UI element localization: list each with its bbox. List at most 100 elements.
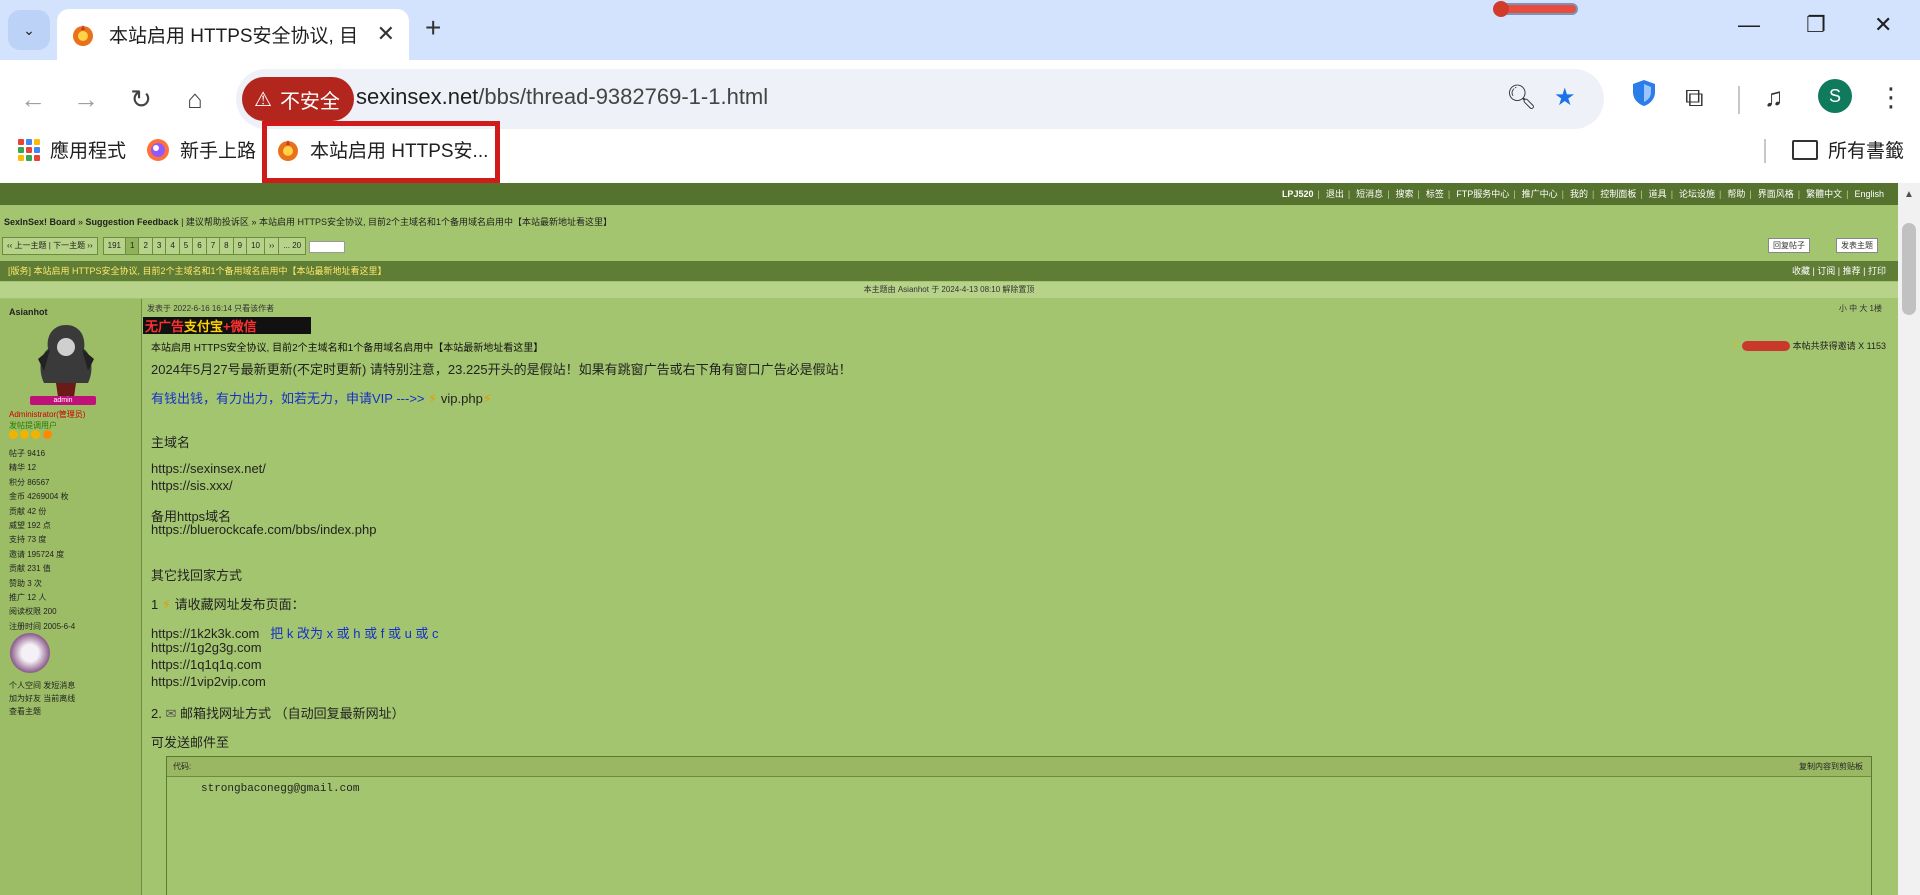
crumb-board[interactable]: SexInSex! Board <box>4 217 76 227</box>
page-link-last[interactable]: ... 20 <box>278 237 307 255</box>
main-domain-heading: 主域名 <box>151 435 191 450</box>
other-ways-heading: 其它找回家方式 <box>151 568 243 583</box>
page-link[interactable]: 5 <box>178 237 194 255</box>
domain-link[interactable]: https://bluerockcafe.com/bbs/index.php <box>151 522 376 537</box>
page-link-more[interactable]: ›› <box>263 237 280 255</box>
page-link[interactable]: 2 <box>138 237 153 255</box>
user-menu-item[interactable]: 控制面板 <box>1600 189 1636 199</box>
domain-link[interactable]: https://sexinsex.net/ <box>151 461 266 476</box>
user-menu-item[interactable]: 繁體中文 <box>1806 189 1842 199</box>
page-link[interactable]: 3 <box>151 237 167 255</box>
author-avatar[interactable] <box>30 319 102 399</box>
domain-link[interactable]: https://1k2k3k.com <box>151 626 259 641</box>
page-link[interactable]: 4 <box>165 237 180 255</box>
restore-icon[interactable]: ❐ <box>1806 14 1826 36</box>
copy-code-button[interactable]: 复制内容到剪贴板 <box>1799 757 1863 777</box>
reward-text: 本帖共获得邀请 X 1153 <box>1792 341 1886 351</box>
user-menu-item[interactable]: 退出 <box>1326 189 1344 199</box>
prev-next-thread[interactable]: ‹‹ 上一主题 | 下一主题 ›› <box>2 237 98 255</box>
user-menu-item[interactable]: English <box>1854 189 1884 199</box>
media-control-icon[interactable]: ♫ <box>1764 82 1784 113</box>
new-tab-icon[interactable]: + <box>425 14 441 42</box>
close-tab-icon[interactable]: ✕ <box>377 23 395 45</box>
menu-divider: | <box>1846 189 1849 199</box>
page-link[interactable]: 1 <box>124 237 140 255</box>
page-link[interactable]: 10 <box>246 237 265 255</box>
extensions-puzzle-icon[interactable]: ⧉ <box>1685 82 1704 114</box>
domain-link[interactable]: https://1vip2vip.com <box>151 674 266 689</box>
new-topic-button[interactable]: 发表主题 <box>1836 238 1878 253</box>
user-menu-item[interactable]: LPJ520 <box>1282 189 1314 199</box>
zoom-icon[interactable]: 🔍︎ <box>1506 83 1536 112</box>
author-action[interactable]: 加为好友 当前离线 <box>9 692 75 705</box>
crumb-section[interactable]: Suggestion Feedback <box>86 217 179 227</box>
page-link[interactable]: 7 <box>205 237 221 255</box>
shield-extension-icon[interactable] <box>1632 79 1656 107</box>
user-menu-item[interactable]: 我的 <box>1570 189 1588 199</box>
menu-divider: | <box>1447 189 1451 199</box>
menu-divider: | <box>1797 189 1801 199</box>
bookmark-apps[interactable]: 應用程式 <box>18 136 126 163</box>
author-stats: 帖子 9416 精华 12 积分 86567 金币 4269004 枚贡献 42 份威… <box>9 447 75 634</box>
user-menu-item[interactable]: 帮助 <box>1727 189 1745 199</box>
step-2: 2. ✉ 邮箱找网址方式 （自动回复最新网址） <box>151 703 405 722</box>
author-name[interactable]: Asianhot <box>9 307 48 317</box>
user-menu-item[interactable]: 标签 <box>1426 189 1444 199</box>
scroll-up-icon[interactable]: ▲ <box>1904 189 1914 200</box>
page-total: 191 <box>102 237 126 255</box>
reload-icon[interactable]: ↻ <box>124 82 158 116</box>
user-menu-item[interactable]: 短消息 <box>1356 189 1383 199</box>
author-stat: 贡献 42 份 <box>9 506 47 516</box>
back-icon[interactable]: ← <box>16 82 50 116</box>
close-window-icon[interactable]: ✕ <box>1874 14 1892 36</box>
user-menu-item[interactable]: 道具 <box>1649 189 1667 199</box>
thread-title: [版务] 本站启用 HTTPS安全协议, 目前2个主域名和1个备用域名启用中【本… <box>8 266 387 276</box>
domain-link[interactable]: https://1g2g3g.com <box>151 640 262 655</box>
author-stat: 帖子 9416 <box>9 449 46 458</box>
user-menu-item[interactable]: 推广中心 <box>1522 189 1558 199</box>
post-meta-right[interactable]: 小 中 大 1楼 <box>1839 303 1882 314</box>
author-stat: 支持 73 度 <box>9 535 47 545</box>
thread-actions[interactable]: 收藏 | 订阅 | 推荐 | 打印 <box>1792 261 1886 281</box>
all-bookmarks[interactable]: 所有書籤 <box>1792 136 1904 163</box>
vip-appeal[interactable]: 有钱出钱，有力出力，如若无力，申请VIP --->> <box>151 391 428 406</box>
minimize-icon[interactable]: — <box>1738 14 1760 36</box>
chevron-down-icon: ⌄ <box>23 21 35 38</box>
bookmark-star-icon[interactable]: ★ <box>1554 83 1576 112</box>
site-favicon <box>73 24 93 46</box>
bookmark-getting-started[interactable]: 新手上路 <box>146 136 256 163</box>
bookmark-divider <box>1764 139 1766 163</box>
bookmark-highlight-box <box>262 121 500 183</box>
domain-link[interactable]: https://sis.xxx/ <box>151 478 233 493</box>
menu-kebab-icon[interactable]: ⋮ <box>1878 82 1904 113</box>
menu-divider: | <box>1719 189 1722 199</box>
address-bar[interactable]: ⚠ 不安全 sexinsex.net/bbs/thread-9382769-1-… <box>236 69 1604 129</box>
insecure-chip[interactable]: ⚠ 不安全 <box>242 77 354 121</box>
active-tab[interactable]: 本站启用 HTTPS安全协议, 目前 ✕ <box>57 9 409 60</box>
page-link[interactable]: 9 <box>232 237 248 255</box>
page-link[interactable]: 6 <box>192 237 207 255</box>
page-jump-input[interactable] <box>309 241 346 253</box>
url-text[interactable]: sexinsex.net/bbs/thread-9382769-1-1.html <box>356 84 768 110</box>
crumb-thread: 本站启用 HTTPS安全协议, 目前2个主域名和1个备用域名启用中【本站最新地址… <box>258 217 612 227</box>
forward-icon[interactable]: → <box>69 82 103 116</box>
tab-search-button[interactable]: ⌄ <box>8 10 50 50</box>
user-menu-item[interactable]: 搜索 <box>1396 189 1414 199</box>
author-action[interactable]: 查看主题 <box>9 705 75 718</box>
user-menu-item[interactable]: FTP服务中心 <box>1456 189 1509 199</box>
user-menu-item[interactable]: 界面风格 <box>1758 189 1794 199</box>
reply-button[interactable]: 回复帖子 <box>1768 238 1810 253</box>
recording-indicator <box>1493 1 1578 17</box>
author-action[interactable]: 个人空间 发短消息 <box>9 679 75 692</box>
ad-alipay: 支付宝 <box>184 319 224 334</box>
email-address: strongbaconegg@gmail.com <box>201 783 360 795</box>
home-icon[interactable]: ⌂ <box>178 82 212 116</box>
page-link[interactable]: 8 <box>219 237 234 255</box>
profile-avatar[interactable]: S <box>1818 79 1852 113</box>
crumb-sub[interactable]: 建议帮助投诉区 <box>186 217 249 227</box>
domain-link[interactable]: https://1q1q1q.com <box>151 657 262 672</box>
vip-link[interactable]: vip.php <box>441 391 483 406</box>
user-menu-item[interactable]: 论坛设施 <box>1679 189 1715 199</box>
page-scrollbar[interactable]: ▲ <box>1898 183 1920 895</box>
scrollbar-thumb[interactable] <box>1902 223 1916 315</box>
